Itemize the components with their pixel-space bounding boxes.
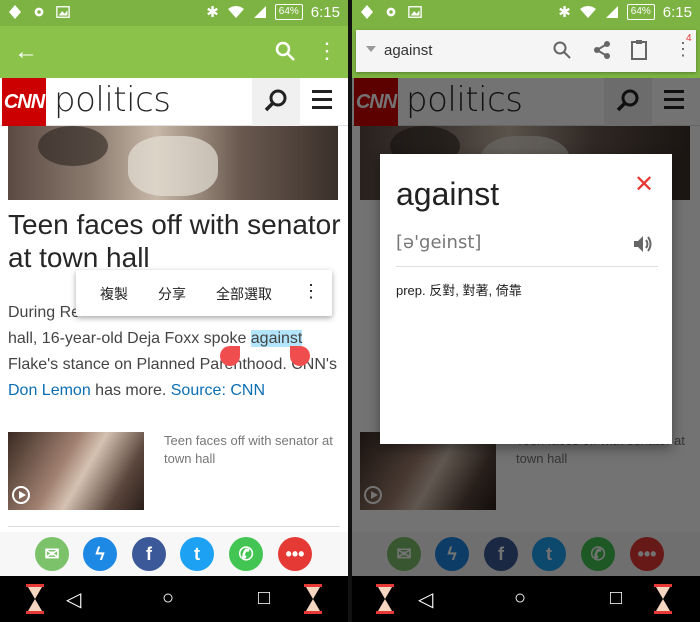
nav-bar: ◁ ○ □ xyxy=(0,576,348,622)
location-icon xyxy=(9,5,21,19)
definition: prep. 反對, 對著, 倚靠 xyxy=(396,283,522,298)
home-nav-icon[interactable]: ○ xyxy=(162,587,174,610)
article-headline: Teen faces off with senator at town hall xyxy=(8,209,341,273)
more-options-icon[interactable]: ⋮ xyxy=(302,281,320,302)
divider xyxy=(396,266,658,267)
overflow-menu-icon[interactable]: ⋮ xyxy=(316,38,338,64)
lookup-query[interactable]: against xyxy=(384,42,432,59)
phonetic: [ə'geinst] xyxy=(396,232,482,253)
selection-handle-left[interactable] xyxy=(220,346,240,366)
related-video-title[interactable]: Teen faces off with senator at town hall xyxy=(164,432,339,468)
bluetooth-icon: ✱ xyxy=(206,4,219,21)
back-nav-icon[interactable]: ◁ xyxy=(66,587,81,612)
article-hero-image xyxy=(8,126,338,200)
share-icon[interactable] xyxy=(592,40,612,60)
cnn-logo[interactable]: CNN xyxy=(2,78,46,126)
share-bar: ✉ ϟ f t ✆ ••• xyxy=(0,532,348,576)
clipboard-icon[interactable] xyxy=(630,39,648,61)
cnn-header: CNN politics xyxy=(0,78,348,126)
more-share-icon[interactable]: ••• xyxy=(278,537,312,571)
source-link[interactable]: Source: CNN xyxy=(171,382,265,399)
notification-badge: 4 xyxy=(686,33,692,44)
status-bar: ✱ 64% 6:15 xyxy=(0,0,348,26)
recents-nav-icon[interactable]: □ xyxy=(258,587,270,610)
hourglass-icon xyxy=(654,584,672,614)
body-text-line1: During Re xyxy=(8,304,81,321)
battery-indicator: 64% xyxy=(274,4,303,20)
battery-indicator: 64% xyxy=(626,4,655,20)
settings-icon xyxy=(386,7,396,17)
right-screen: ✱ 64% 6:15 against ⋮ 4 CNN politics Teen… xyxy=(352,0,700,622)
location-icon xyxy=(361,5,373,19)
messenger-icon[interactable]: ϟ xyxy=(83,537,117,571)
select-all-menu-item[interactable]: 全部選取 xyxy=(216,284,272,304)
clock: 6:15 xyxy=(310,3,340,21)
dictionary-popup: against ✕ [ə'geinst] prep. 反對, 對著, 倚靠 xyxy=(380,154,672,444)
cnn-search-button[interactable] xyxy=(252,78,300,126)
bluetooth-icon: ✱ xyxy=(558,4,571,21)
signal-icon xyxy=(253,6,266,18)
copy-menu-item[interactable]: 複製 xyxy=(100,284,128,304)
status-bar: ✱ 64% 6:15 xyxy=(352,0,700,26)
hamburger-menu-icon[interactable] xyxy=(306,90,336,114)
wifi-icon xyxy=(227,6,244,18)
selection-handle-right[interactable] xyxy=(290,346,310,366)
search-icon xyxy=(264,89,287,112)
search-icon[interactable] xyxy=(274,40,296,62)
share-menu-item[interactable]: 分享 xyxy=(158,284,186,304)
don-lemon-link[interactable]: Don Lemon xyxy=(8,382,91,399)
nav-bar: ◁ ○ □ xyxy=(352,576,700,622)
signal-icon xyxy=(605,6,618,18)
search-icon[interactable] xyxy=(552,40,572,60)
divider xyxy=(8,526,340,527)
related-video-thumbnail[interactable] xyxy=(8,432,144,510)
clock: 6:15 xyxy=(662,3,692,21)
dictionary-word: against xyxy=(396,176,500,212)
body-text-line4: has more. xyxy=(90,382,171,399)
close-icon[interactable]: ✕ xyxy=(634,170,654,199)
hourglass-icon xyxy=(304,584,322,614)
wifi-icon xyxy=(579,6,596,18)
home-nav-icon[interactable]: ○ xyxy=(514,587,526,610)
app-toolbar: ← ⋮ xyxy=(0,26,348,78)
left-screen: ✱ 64% 6:15 ← ⋮ CNN politics Teen faces o… xyxy=(0,0,348,622)
recents-nav-icon[interactable]: □ xyxy=(610,587,622,610)
speaker-icon[interactable] xyxy=(632,234,654,254)
section-title: politics xyxy=(54,80,171,120)
back-nav-icon[interactable]: ◁ xyxy=(418,587,433,612)
whatsapp-icon[interactable]: ✆ xyxy=(229,537,263,571)
text-selection-menu: 複製 分享 全部選取 ⋮ xyxy=(76,270,332,316)
facebook-icon[interactable]: f xyxy=(132,537,166,571)
body-text-line3: Flake's stance on Planned Parenthood. CN… xyxy=(8,356,337,373)
body-text-line2: hall, 16-year-old Deja Foxx spoke xyxy=(8,330,251,347)
hourglass-icon xyxy=(376,584,394,614)
image-icon xyxy=(56,6,70,18)
twitter-icon[interactable]: t xyxy=(180,537,214,571)
hourglass-icon xyxy=(26,584,44,614)
chevron-down-icon[interactable] xyxy=(366,46,376,52)
image-icon xyxy=(408,6,422,18)
play-icon[interactable] xyxy=(12,486,30,504)
email-icon[interactable]: ✉ xyxy=(35,537,69,571)
lookup-search-bar: against ⋮ 4 xyxy=(356,30,696,72)
settings-icon xyxy=(34,7,44,17)
selected-word[interactable]: against xyxy=(250,330,303,347)
back-arrow-icon[interactable]: ← xyxy=(14,38,38,66)
